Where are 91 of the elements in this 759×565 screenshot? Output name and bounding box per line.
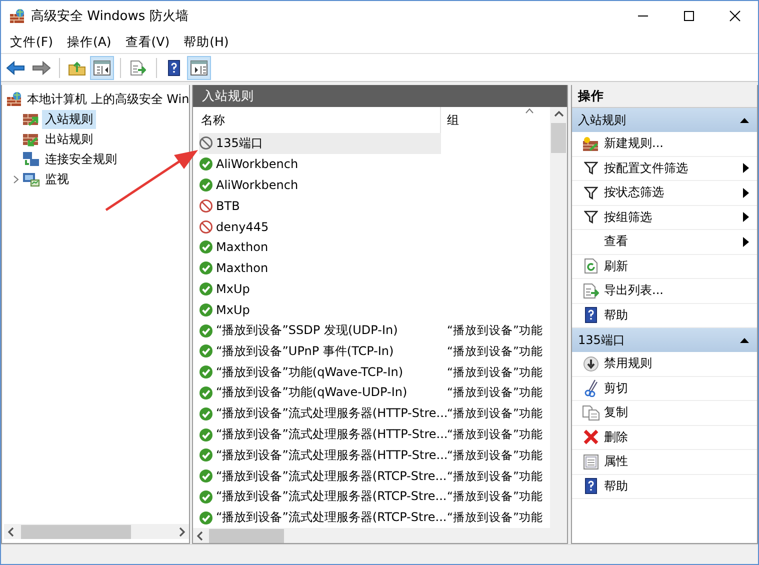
tree-item[interactable]: 出站规则 bbox=[42, 130, 96, 148]
help-icon bbox=[168, 60, 180, 76]
table-cell[interactable]: BTB bbox=[216, 198, 240, 213]
action-item[interactable]: 按组筛选 bbox=[604, 208, 743, 226]
action-item[interactable]: 属性 bbox=[604, 453, 749, 470]
action-item[interactable]: 删除 bbox=[604, 428, 749, 446]
action-item[interactable]: 导出列表... bbox=[604, 282, 749, 300]
tree-item[interactable]: 连接安全规则 bbox=[42, 150, 120, 168]
pane-title: 入站规则 bbox=[193, 85, 567, 107]
firewall-icon bbox=[6, 91, 22, 107]
action-item[interactable]: 复制 bbox=[604, 404, 749, 422]
collapse-icon[interactable] bbox=[739, 116, 750, 124]
table-cell[interactable]: 135端口 bbox=[216, 134, 263, 152]
export-icon bbox=[583, 282, 599, 299]
tree-pane-icon[interactable] bbox=[93, 60, 111, 76]
table-cell[interactable]: “播放到设备”功能(qWave-TCP-In) bbox=[216, 364, 404, 381]
section-header[interactable]: 入站规则 bbox=[572, 108, 757, 132]
table-cell[interactable]: “播放到设备”流式处理服务器(RTCP-Stre... bbox=[216, 488, 447, 506]
table-cell[interactable]: deny445 bbox=[216, 220, 269, 234]
section-header[interactable]: 135端口 bbox=[572, 328, 757, 352]
table-cell[interactable]: “播放到设备”UPnP 事件(TCP-In) bbox=[216, 342, 394, 360]
action-item[interactable]: 刷新 bbox=[604, 258, 749, 275]
disable-icon bbox=[583, 356, 599, 372]
scissors-icon bbox=[584, 379, 598, 398]
help-icon bbox=[585, 307, 597, 324]
export-icon bbox=[130, 60, 146, 76]
table-cell[interactable]: “播放到设备”SSDP 发现(UDP-In) bbox=[216, 322, 398, 340]
tree-item[interactable]: 入站规则 bbox=[42, 110, 96, 128]
action-item[interactable]: 按配置文件筛选 bbox=[604, 160, 743, 177]
filter-icon bbox=[584, 161, 598, 176]
monitor-icon bbox=[22, 171, 40, 187]
action-item[interactable]: 按状态筛选 bbox=[604, 184, 743, 202]
app-icon bbox=[9, 8, 25, 24]
action-item[interactable]: 剪切 bbox=[604, 380, 749, 397]
table-cell[interactable]: “播放到设备”流式处理服务器(RTCP-Stre... bbox=[216, 509, 447, 526]
section-title: 入站规则 bbox=[578, 112, 626, 128]
help-icon bbox=[585, 478, 597, 494]
action-item[interactable]: 新建规则... bbox=[604, 135, 749, 152]
table-cell[interactable]: MxUp bbox=[216, 282, 250, 296]
filter-icon bbox=[584, 186, 598, 200]
computers-icon bbox=[22, 151, 40, 167]
maximize-icon[interactable] bbox=[683, 10, 695, 22]
action-item[interactable]: 帮助 bbox=[604, 306, 749, 324]
properties-icon bbox=[583, 454, 599, 470]
table-cell[interactable]: “播放到设备”功能(qWave-UDP-In) bbox=[216, 384, 408, 402]
action-item[interactable]: 帮助 bbox=[604, 478, 749, 495]
pane-title: 操作 bbox=[572, 85, 757, 108]
action-item[interactable]: 禁用规则 bbox=[604, 355, 749, 372]
collapse-icon[interactable] bbox=[739, 336, 750, 344]
action-item[interactable]: 查看 bbox=[604, 233, 743, 250]
tree-item[interactable]: 本地计算机 上的高级安全 Win bbox=[24, 90, 189, 108]
table-cell-text: “播放到设备”功能 bbox=[446, 323, 543, 338]
menu-item[interactable]: 操作(A) bbox=[60, 31, 118, 53]
table-cell-text: “播放到设备”功能 bbox=[446, 385, 543, 400]
table-cell[interactable]: “播放到设备”流式处理服务器(HTTP-Stre... bbox=[216, 446, 448, 464]
table-cell[interactable]: MxUp bbox=[216, 302, 250, 317]
column-header[interactable]: 组 bbox=[441, 107, 459, 133]
action-pane-icon[interactable] bbox=[190, 60, 208, 76]
scrollbar-thumb[interactable] bbox=[209, 528, 284, 543]
table-cell[interactable]: Maxthon bbox=[216, 261, 268, 276]
back-icon[interactable] bbox=[6, 60, 26, 76]
table-cell[interactable]: AliWorkbench bbox=[216, 178, 298, 192]
filter-icon bbox=[584, 210, 598, 224]
forward-icon[interactable] bbox=[31, 60, 51, 76]
scrollbar-thumb[interactable] bbox=[21, 524, 131, 539]
table-cell[interactable]: “播放到设备”流式处理服务器(RTCP-Stre... bbox=[216, 468, 447, 485]
section-title: 135端口 bbox=[578, 332, 625, 348]
folder-icon[interactable] bbox=[68, 60, 86, 76]
tree-item[interactable]: 监视 bbox=[42, 170, 72, 188]
outbound-rules-icon bbox=[22, 131, 40, 147]
menu-item[interactable]: 帮助(H) bbox=[176, 31, 236, 53]
copy-icon bbox=[582, 404, 600, 421]
table-cell-text: “播放到设备”功能 bbox=[446, 344, 543, 359]
scrollbar-thumb[interactable] bbox=[551, 123, 566, 153]
sort-icon bbox=[525, 108, 534, 114]
refresh-icon bbox=[584, 258, 598, 274]
table-cell-text: “播放到设备”功能 bbox=[446, 364, 543, 380]
table-cell[interactable]: “播放到设备”流式处理服务器(HTTP-Stre... bbox=[216, 426, 448, 444]
toolbar-button[interactable] bbox=[90, 56, 114, 80]
menu-item[interactable]: 文件(F) bbox=[3, 31, 60, 53]
menu-item[interactable]: 查看(V) bbox=[118, 31, 177, 53]
toolbar-button[interactable] bbox=[187, 56, 211, 80]
table-cell[interactable]: “播放到设备”流式处理服务器(HTTP-Stre... bbox=[216, 405, 448, 422]
close-icon[interactable] bbox=[729, 10, 741, 22]
window-title: 高级安全 Windows 防火墙 bbox=[31, 8, 188, 25]
new-rule-icon bbox=[582, 136, 600, 152]
table-cell[interactable]: Maxthon bbox=[216, 240, 268, 254]
table-cell[interactable]: AliWorkbench bbox=[216, 157, 298, 172]
delete-icon bbox=[583, 429, 599, 446]
inbound-rules-icon bbox=[22, 111, 40, 127]
expand-icon[interactable] bbox=[13, 174, 19, 184]
